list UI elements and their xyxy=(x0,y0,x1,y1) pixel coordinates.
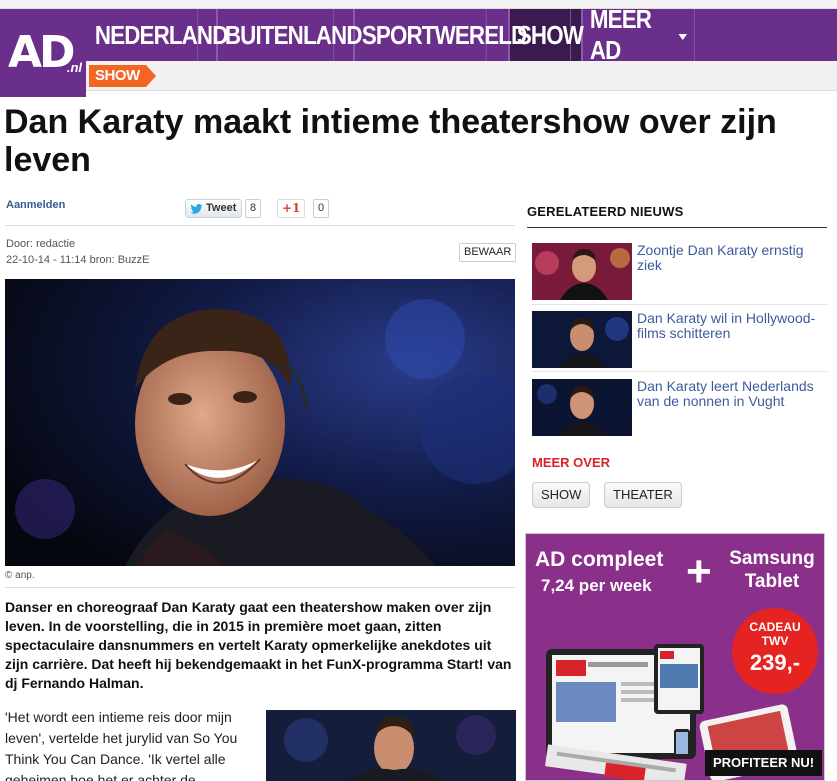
chevron-down-icon xyxy=(678,34,688,40)
nav-label: SPORTWERELD xyxy=(355,9,527,61)
author: Door: redactie xyxy=(6,238,76,250)
gift-badge: CADEAU TWV 239,- xyxy=(732,608,818,694)
related-item[interactable]: Zoontje Dan Karaty ernstig ziek xyxy=(532,243,827,301)
article-intro: Danser en choreograaf Dan Karaty gaat ee… xyxy=(5,599,512,691)
more-about-title: MEER OVER xyxy=(532,455,611,470)
photo-credit: © anp. xyxy=(5,570,35,581)
related-thumbnail xyxy=(532,311,632,368)
nav-label: NEDERLAND xyxy=(88,9,228,61)
related-thumbnail-image xyxy=(532,243,632,300)
section-subbar: SHOW xyxy=(86,61,837,91)
article-photo[interactable] xyxy=(5,279,515,566)
nav-label: SHOW xyxy=(510,9,584,61)
plus-icon: + xyxy=(686,547,712,596)
divider xyxy=(532,304,827,305)
ad-price-line: 7,24 per week xyxy=(541,576,652,595)
twitter-bird-icon xyxy=(190,203,203,214)
nav-item-show[interactable]: SHOW xyxy=(510,9,584,61)
inline-photo[interactable] xyxy=(266,710,516,781)
related-thumbnail-image xyxy=(532,311,632,368)
section-tag-show[interactable]: SHOW xyxy=(89,65,156,87)
related-item[interactable]: Dan Karaty wil in Hollywood-films schitt… xyxy=(532,311,827,369)
logo-suffix: .nl xyxy=(66,60,82,75)
tag-theater-button[interactable]: THEATER xyxy=(604,482,682,508)
ad-product-line2: Tablet xyxy=(744,571,800,592)
nav-label: MEER AD xyxy=(583,4,695,65)
google-plus-label: +1 xyxy=(282,201,301,215)
google-plus-button[interactable]: +1 xyxy=(277,199,306,218)
tweet-label: Tweet xyxy=(206,202,237,214)
byline: Door: redactie 22-10-14 - 11:14 bron: Bu… xyxy=(6,236,150,268)
tag-show-button[interactable]: SHOW xyxy=(532,482,591,508)
nav-label-text: MEER AD xyxy=(589,4,652,65)
ad-cta-button[interactable]: PROFITEER NU! xyxy=(705,750,823,776)
advertisement[interactable]: AD compleet 7,24 per week + Samsung Tabl… xyxy=(525,533,825,781)
gift-label: CADEAU xyxy=(749,620,801,634)
save-button[interactable]: BEWAAR xyxy=(459,243,517,262)
related-title: Zoontje Dan Karaty ernstig ziek xyxy=(637,242,804,273)
related-news-title: GERELATEERD NIEUWS xyxy=(527,204,684,219)
related-title: Dan Karaty wil in Hollywood-films schitt… xyxy=(637,310,816,341)
divider xyxy=(5,587,515,588)
article-headline: Dan Karaty maakt intieme theatershow ove… xyxy=(4,103,777,179)
gift-price: 239,- xyxy=(749,650,801,675)
nav-item-nederland[interactable]: NEDERLAND xyxy=(88,9,228,61)
related-thumbnail-image xyxy=(532,379,632,436)
related-thumbnail xyxy=(532,243,632,300)
tweet-button[interactable]: Tweet xyxy=(185,199,243,218)
site-logo[interactable]: AD .nl xyxy=(0,9,86,97)
related-title: Dan Karaty leert Nederlands van de nonne… xyxy=(637,378,814,409)
portrait-image xyxy=(5,279,515,566)
inline-portrait-image xyxy=(266,710,516,781)
article-body: 'Het wordt een intieme reis door mijn le… xyxy=(5,709,238,781)
divider xyxy=(532,371,827,372)
nav-label: BUITENLAND xyxy=(218,9,362,61)
date-source: 22-10-14 - 11:14 bron: BuzzE xyxy=(6,254,150,266)
divider xyxy=(5,225,515,226)
divider xyxy=(527,227,827,228)
nav-item-meer-ad[interactable]: MEER AD xyxy=(583,4,713,65)
ad-product-line1: Samsung xyxy=(729,548,815,569)
related-item[interactable]: Dan Karaty leert Nederlands van de nonne… xyxy=(532,379,827,437)
top-utility-strip xyxy=(0,0,837,9)
google-plus-count: 0 xyxy=(313,199,330,218)
login-link[interactable]: Aanmelden xyxy=(6,199,65,211)
tweet-count: 8 xyxy=(245,199,262,218)
nav-item-buitenland[interactable]: BUITENLAND xyxy=(218,9,362,61)
gift-value-label: TWV xyxy=(761,634,789,648)
nav-items: NEDERLAND BUITENLAND SPORTWERELD SHOW ME… xyxy=(88,4,713,65)
ad-headline: AD compleet xyxy=(535,548,664,571)
logo-text: AD xyxy=(8,27,76,78)
related-thumbnail xyxy=(532,379,632,436)
nav-item-sportwereld[interactable]: SPORTWERELD xyxy=(355,9,527,61)
